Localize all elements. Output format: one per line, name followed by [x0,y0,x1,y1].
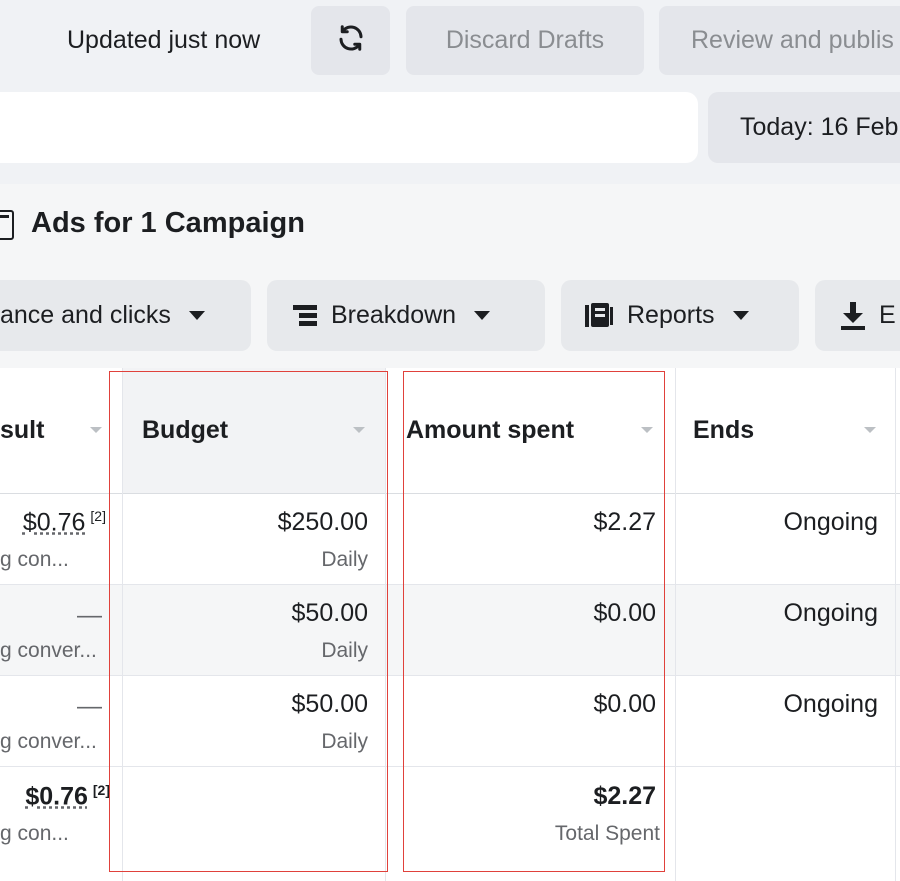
header-result-label: sult [0,416,44,445]
table-row[interactable]: — g conver... $50.00 Daily $0.00 Ongoing [0,585,900,676]
caret-down-icon [733,311,749,320]
sort-caret-icon [353,427,365,433]
header-budget-label: Budget [142,416,228,445]
columns-dropdown-label: ance and clicks [0,301,171,330]
export-label: E [879,301,896,330]
budget-type: Daily [321,730,368,754]
budget-cell: $50.00 [292,690,368,719]
header-amount-spent[interactable]: Amount spent [385,368,675,494]
sort-caret-icon [641,427,653,433]
refresh-button[interactable] [311,6,390,75]
sort-caret-icon [90,427,102,433]
reports-label: Reports [627,301,715,330]
table-row[interactable]: $0.76 [2] g con... $250.00 Daily $2.27 On… [0,494,900,585]
ends-cell: Ongoing [783,508,878,537]
refresh-icon [336,23,366,58]
review-and-publish-button[interactable]: Review and publis [659,6,900,75]
document-icon [0,210,14,240]
caret-down-icon [189,311,205,320]
sort-caret-icon [864,427,876,433]
top-bar: Updated just now Discard Drafts Review a… [0,0,900,84]
ads-table: sult Budget Amount spent Ends $0.76 [2] g… [0,368,900,881]
reports-dropdown[interactable]: Reports [561,280,799,351]
result-subtext: g conver... [0,730,97,754]
reports-icon [585,303,613,329]
page-title: Ads for 1 Campaign [31,207,305,240]
breakdown-dropdown[interactable]: Breakdown [267,280,545,351]
result-cell: — [77,692,102,721]
total-result-subtext: g con... [0,822,69,846]
export-button[interactable]: E [815,280,900,351]
column-divider [122,368,123,881]
ends-cell: Ongoing [783,690,878,719]
breakdown-icon [293,305,317,327]
total-result-cell: $0.76 [2] [25,782,110,811]
result-cell: $0.76 [2] [23,508,106,537]
budget-cell: $50.00 [292,599,368,628]
date-range-button[interactable]: Today: 16 Feb [708,92,900,163]
total-row: $0.76 [2] g con... $2.27 Total Spent [0,768,900,878]
ends-cell: Ongoing [783,599,878,628]
column-divider [385,368,386,881]
discard-drafts-button[interactable]: Discard Drafts [406,6,644,75]
result-cell: — [77,601,102,630]
total-spent-label: Total Spent [555,822,660,846]
header-ends-label: Ends [693,416,754,445]
caret-down-icon [474,311,490,320]
header-amount-spent-label: Amount spent [406,416,574,445]
header-budget[interactable]: Budget [122,368,385,494]
budget-type: Daily [321,548,368,572]
panel-header: Ads for 1 Campaign [0,184,900,264]
result-subtext: g conver... [0,639,97,663]
budget-type: Daily [321,639,368,663]
total-amount-spent: $2.27 [593,782,656,811]
header-result[interactable]: sult [0,368,122,494]
columns-dropdown[interactable]: ance and clicks [0,280,251,351]
download-icon [841,302,865,330]
header-ends[interactable]: Ends [675,368,900,494]
amount-spent-cell: $0.00 [593,599,656,628]
table-row[interactable]: — g conver... $50.00 Daily $0.00 Ongoing [0,676,900,767]
budget-cell: $250.00 [278,508,368,537]
breakdown-label: Breakdown [331,301,456,330]
amount-spent-cell: $0.00 [593,690,656,719]
column-divider [675,368,676,881]
amount-spent-cell: $2.27 [593,508,656,537]
search-filter-bar[interactable] [0,92,698,163]
result-subtext: g con... [0,548,69,572]
column-divider [895,368,896,881]
updated-status: Updated just now [67,26,260,55]
